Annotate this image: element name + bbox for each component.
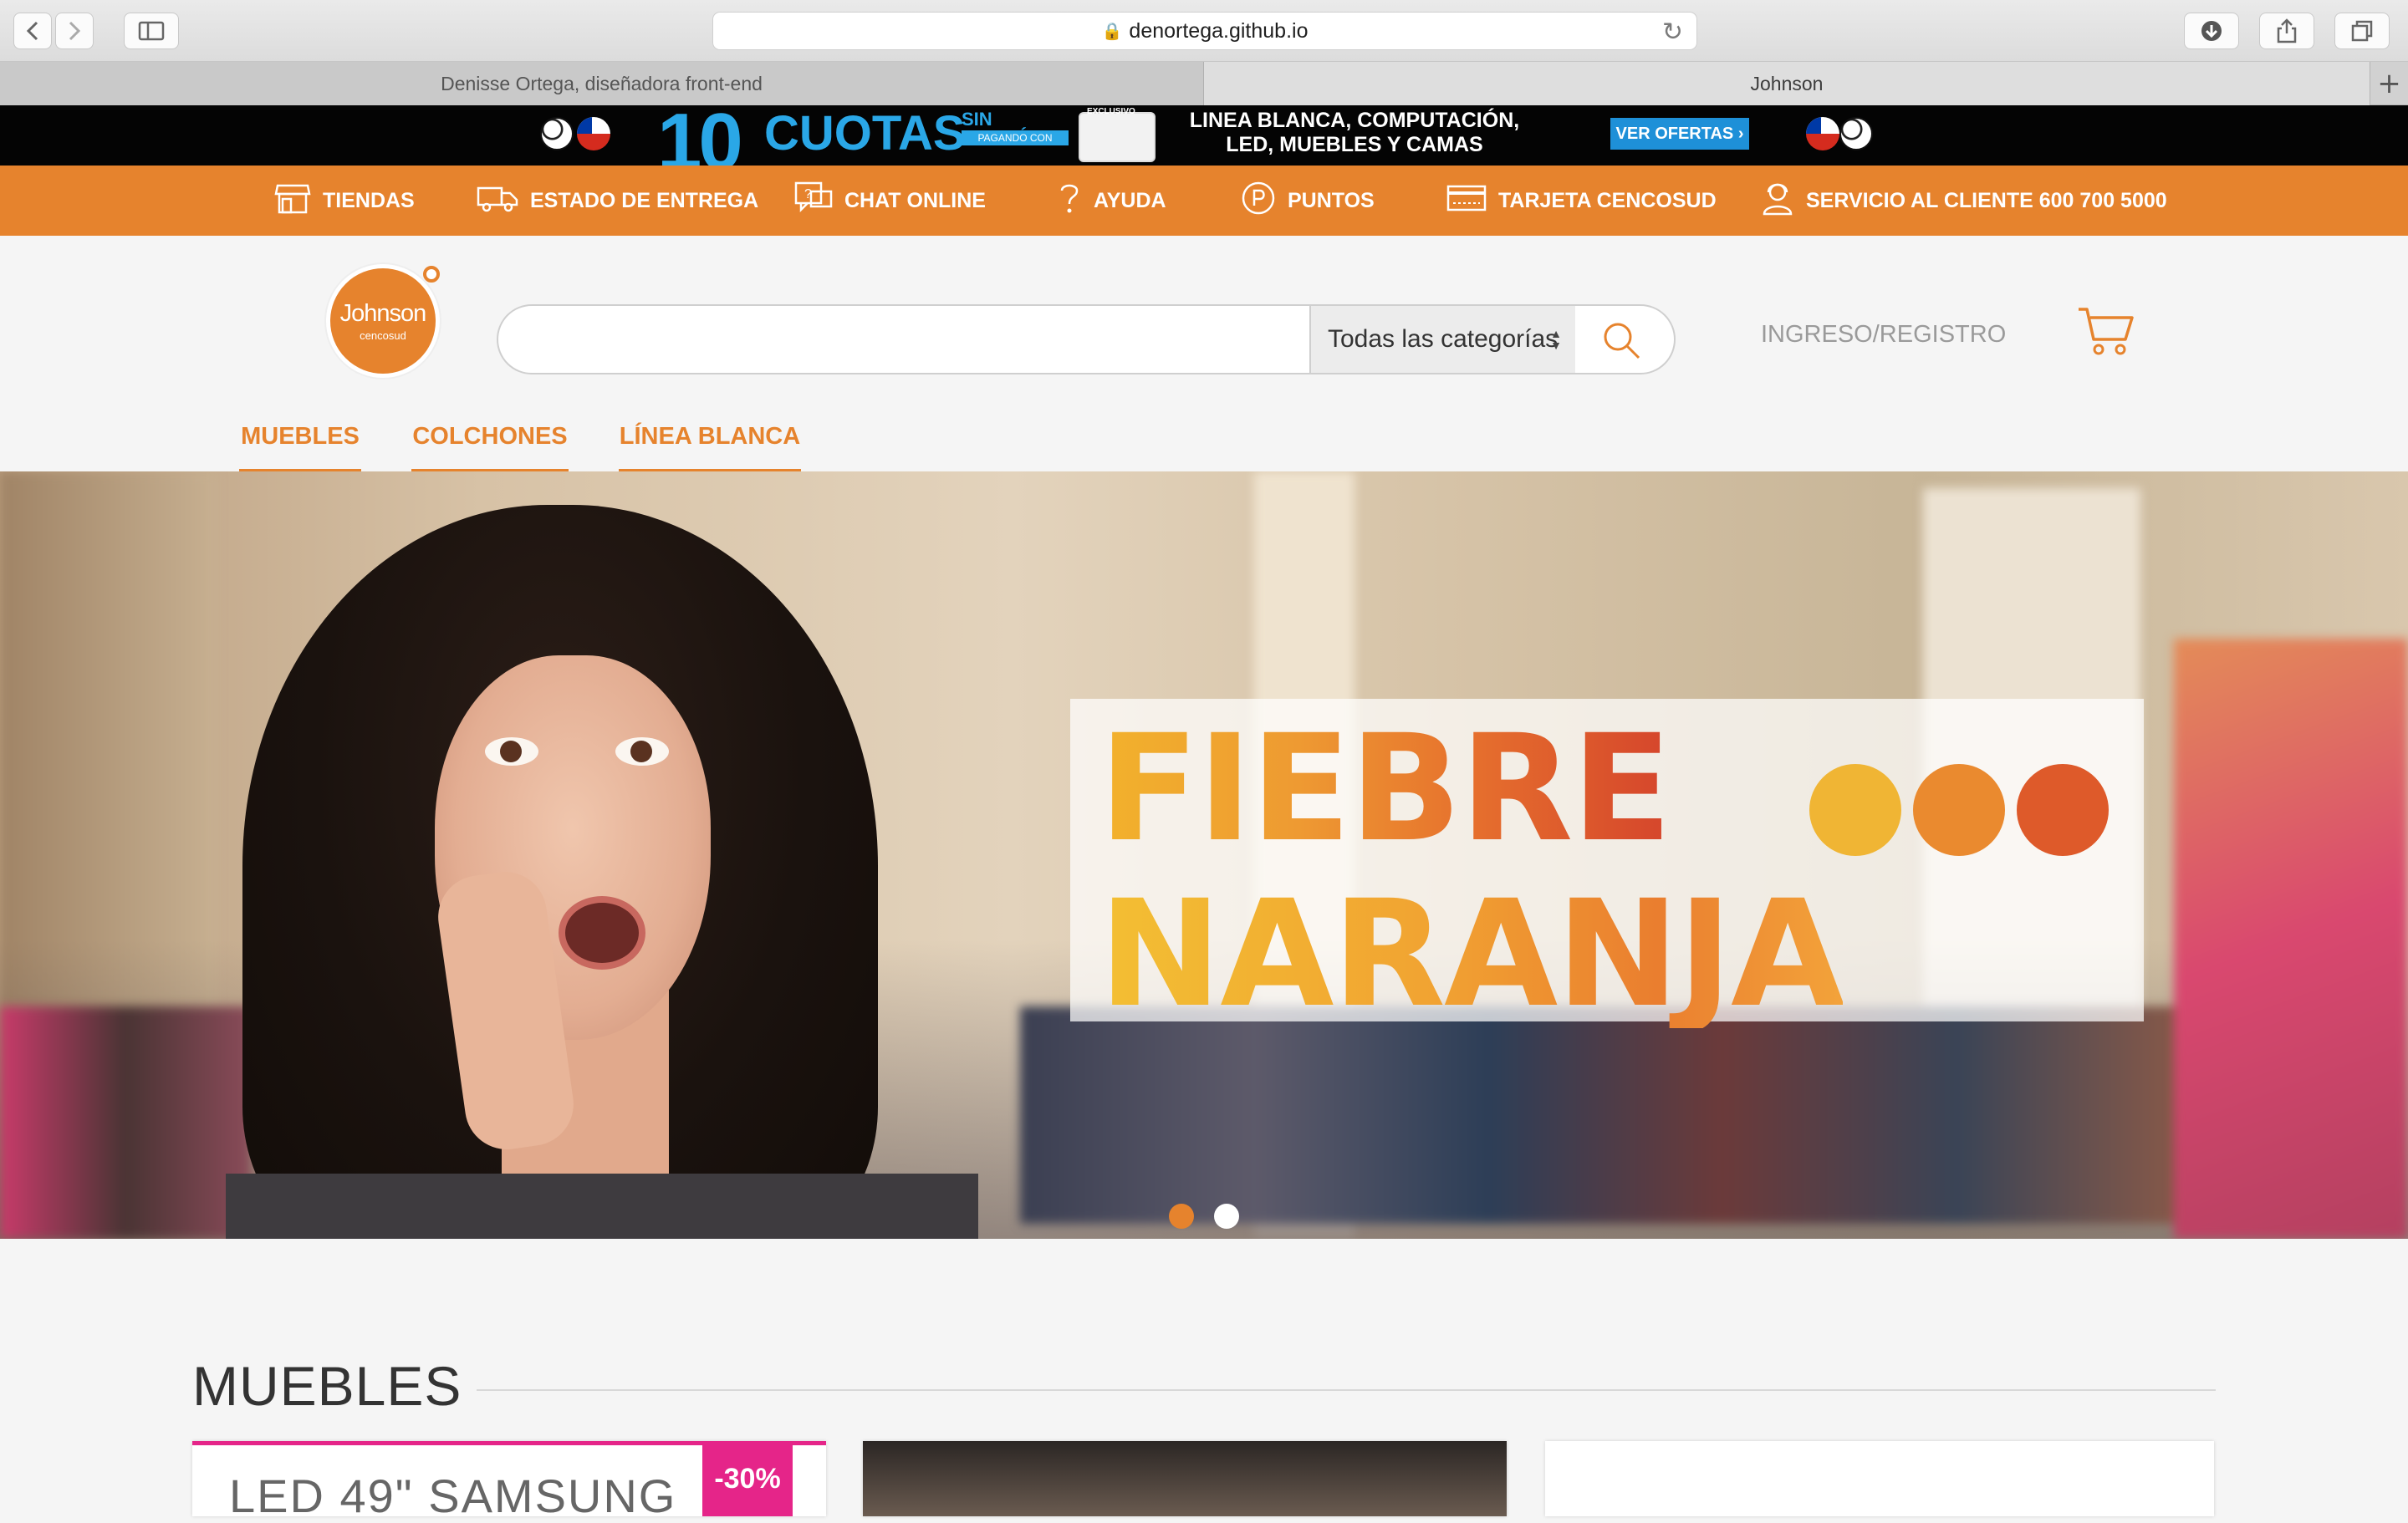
- sidebar-icon: [138, 21, 165, 41]
- browser-toolbar: 🔒 denortega.github.io ↻: [0, 0, 2408, 62]
- login-register-link[interactable]: INGRESO/REGISTRO: [1761, 321, 2006, 349]
- hero-model-shirt: [226, 1174, 978, 1239]
- sidebar-toggle-button[interactable]: [124, 13, 179, 49]
- clothing-display: [2174, 639, 2408, 1239]
- logo-name: Johnson: [339, 300, 427, 327]
- service-item-estado-de-entrega[interactable]: ESTADO DE ENTREGA: [477, 166, 758, 236]
- tab-johnson[interactable]: Johnson: [1204, 62, 2370, 105]
- select-arrows-icon: ▲ ▼: [1550, 327, 1562, 352]
- carousel-dot-1[interactable]: [1169, 1204, 1194, 1229]
- hero-title-line-1: FIEBRE: [1099, 703, 1672, 874]
- chile-flag-icon: [1806, 117, 1839, 150]
- search-icon[interactable]: [1600, 319, 1642, 361]
- service-item-puntos[interactable]: PUNTOS: [1241, 166, 1375, 236]
- promo-exclusivo: EXCLUSIVO: [1087, 107, 1135, 116]
- service-item-tiendas[interactable]: TIENDAS: [274, 166, 415, 236]
- promo-pagando-con: PAGANDO CON: [962, 130, 1069, 145]
- service-item-label: AYUDA: [1094, 188, 1166, 212]
- section-divider: [477, 1389, 2216, 1391]
- service-item-label: SERVICIO AL CLIENTE 600 700 5000: [1806, 188, 2167, 212]
- service-item-label: PUNTOS: [1288, 188, 1375, 212]
- hero-dot-yellow: [1809, 764, 1901, 856]
- downloads-button[interactable]: [2184, 13, 2239, 49]
- product-card[interactable]: LED 49" SAMSUNG -30%: [192, 1441, 826, 1522]
- ver-ofertas-button[interactable]: VER OFERTAS ›: [1610, 118, 1749, 150]
- product-card-empty[interactable]: [1545, 1441, 2214, 1516]
- category-select-value: Todas las categorías: [1328, 325, 1559, 353]
- tab-denisse-ortega[interactable]: Denisse Ortega, diseñadora front-end: [0, 62, 1204, 105]
- service-item-ayuda[interactable]: AYUDA: [1057, 166, 1166, 236]
- discount-badge: -30%: [702, 1441, 793, 1516]
- product-title: LED 49" SAMSUNG: [229, 1470, 677, 1522]
- service-item-chat-online[interactable]: ? CHAT ONLINE: [794, 166, 986, 236]
- service-item-label: TARJETA CENCOSUD: [1498, 188, 1717, 212]
- hero-model-mouth: [559, 896, 645, 970]
- service-item-label: ESTADO DE ENTREGA: [530, 188, 759, 212]
- back-button[interactable]: [13, 13, 52, 49]
- lock-icon: 🔒: [1101, 21, 1123, 41]
- hero-dot-red: [2017, 764, 2109, 856]
- clothing-rack-left: [0, 1006, 251, 1239]
- forward-button[interactable]: [55, 13, 94, 49]
- store-icon: [274, 182, 311, 219]
- tab-bar: Denisse Ortega, diseñadora front-end Joh…: [0, 62, 2408, 105]
- download-icon: [2201, 21, 2222, 41]
- url-text: denortega.github.io: [1129, 18, 1309, 43]
- carousel-dot-2[interactable]: [1214, 1204, 1239, 1229]
- customer-service-icon: [1761, 181, 1794, 221]
- new-tab-button[interactable]: +: [2370, 62, 2408, 105]
- card-icon: [1446, 185, 1487, 216]
- address-bar[interactable]: 🔒 denortega.github.io ↻: [712, 12, 1697, 50]
- share-button[interactable]: [2259, 13, 2314, 49]
- svg-text:?: ?: [804, 187, 812, 201]
- search-input[interactable]: [515, 314, 1385, 364]
- chevron-right-icon: [69, 21, 81, 41]
- chat-icon: ?: [794, 181, 833, 220]
- cart-icon[interactable]: [2077, 306, 2135, 358]
- soccer-ball-icon: [540, 117, 574, 150]
- hero-title-line-2: NARANJA: [1099, 868, 1844, 1040]
- category-linea-blanca[interactable]: LÍNEA BLANCA: [619, 418, 801, 473]
- promo-text: LINEA BLANCA, COMPUTACIÓN, LED, MUEBLES …: [1189, 109, 1520, 156]
- hero-model-eye: [615, 737, 669, 766]
- search-box: Todas las categorías ▲ ▼: [497, 304, 1676, 374]
- points-icon: [1241, 181, 1276, 221]
- hero-model-eye: [485, 737, 538, 766]
- hero-dot-orange: [1913, 764, 2005, 856]
- logo-sub: cencosud: [360, 329, 406, 342]
- truck-icon: [477, 183, 518, 218]
- chevron-left-icon: [26, 21, 38, 41]
- product-card-image[interactable]: [863, 1441, 1507, 1516]
- credit-card-image: [1079, 112, 1156, 162]
- service-item-label: CHAT ONLINE: [844, 188, 986, 212]
- help-icon: [1057, 181, 1082, 221]
- reload-icon[interactable]: ↻: [1662, 18, 1683, 47]
- section-title: MUEBLES: [192, 1355, 462, 1417]
- chile-flag-icon: [577, 117, 610, 150]
- service-item-label: TIENDAS: [323, 188, 415, 212]
- service-item-tarjeta-cencosud[interactable]: TARJETA CENCOSUD: [1446, 166, 1717, 236]
- tabs-icon: [2351, 20, 2373, 42]
- hero-carousel[interactable]: FIEBRE NARANJA: [0, 471, 2408, 1239]
- category-colchones[interactable]: COLCHONES: [411, 418, 569, 473]
- tab-title: Denisse Ortega, diseñadora front-end: [441, 72, 763, 94]
- logo-dot: [423, 266, 440, 283]
- tab-title: Johnson: [1750, 72, 1824, 94]
- johnson-logo[interactable]: Johnson cencosud: [326, 264, 440, 378]
- category-select[interactable]: Todas las categorías ▲ ▼: [1309, 306, 1575, 373]
- category-muebles[interactable]: MUEBLES: [239, 418, 361, 473]
- tabs-overview-button[interactable]: [2334, 13, 2390, 49]
- share-icon: [2277, 18, 2297, 43]
- promo-cuotas: CUOTAS: [764, 106, 966, 160]
- soccer-ball-icon: [1839, 117, 1873, 150]
- service-item-servicio-al-cliente[interactable]: SERVICIO AL CLIENTE 600 700 5000: [1761, 166, 2167, 236]
